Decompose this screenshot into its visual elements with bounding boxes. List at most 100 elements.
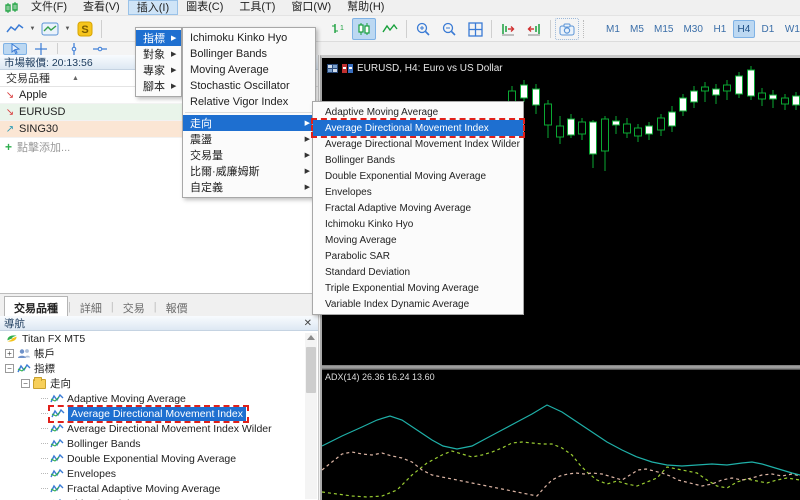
menu-item-label: Relative Vigor Index — [190, 96, 288, 108]
menu-item[interactable]: 走向▶ — [183, 115, 315, 131]
timeframe-button-M1[interactable]: M1 — [602, 20, 624, 38]
menu-item[interactable]: Average Directional Movement Index — [313, 120, 523, 136]
tree-item[interactable]: Average Directional Movement Index — [0, 406, 318, 421]
menu-item[interactable]: 自定義▶ — [183, 179, 315, 195]
zoom-out-icon — [442, 22, 457, 37]
horizontal-line-tool-button[interactable] — [88, 43, 112, 55]
chart-window-button[interactable] — [38, 18, 62, 40]
timeframe-button-H1[interactable]: H1 — [709, 20, 731, 38]
tree-item[interactable]: −走向 — [0, 376, 318, 391]
menubar-item-F[interactable]: 文件(F) — [23, 0, 75, 15]
drawing-tools-group — [2, 42, 113, 55]
close-icon[interactable]: ✕ — [304, 318, 314, 329]
community-button[interactable]: S — [73, 18, 97, 40]
timeframe-button-M15[interactable]: M15 — [650, 20, 677, 38]
menu-item[interactable]: Variable Index Dynamic Average — [313, 296, 523, 312]
cursor-tool-button[interactable] — [3, 43, 27, 55]
tab-2[interactable]: 交易 — [114, 297, 154, 316]
chart-style-button[interactable] — [3, 18, 27, 40]
line-mode-button[interactable] — [378, 18, 402, 40]
menu-item[interactable]: Parabolic SAR — [313, 248, 523, 264]
menu-item[interactable]: Relative Vigor Index — [183, 94, 315, 110]
menu-item[interactable]: Bollinger Bands — [313, 152, 523, 168]
menubar-item-V[interactable]: 查看(V) — [75, 0, 128, 15]
shift-begin-button[interactable] — [522, 18, 546, 40]
tab-3[interactable]: 報價 — [157, 297, 197, 316]
menubar-item-I[interactable]: 插入(I) — [128, 0, 178, 15]
tree-item[interactable]: Fractal Adaptive Moving Average — [0, 481, 318, 496]
menu-item[interactable]: 腳本▶ — [136, 78, 181, 94]
menu-item[interactable]: Fractal Adaptive Moving Average — [313, 200, 523, 216]
navigator-title: 導航 — [4, 316, 25, 331]
tree-connector — [41, 413, 48, 414]
crosshair-tool-button[interactable] — [29, 43, 53, 55]
tree-item[interactable]: +帳戶 — [0, 346, 318, 361]
zoom-in-button[interactable] — [411, 18, 435, 40]
expander-minus-icon[interactable]: − — [21, 379, 30, 388]
menubar-item-T[interactable]: 工具(T) — [231, 0, 283, 15]
menu-item-label: Fractal Adaptive Moving Average — [325, 203, 471, 214]
chart-window-caret[interactable]: ▼ — [63, 18, 72, 40]
add-symbol-label: 點擊添加... — [17, 139, 70, 155]
menu-item-label: Adaptive Moving Average — [325, 107, 438, 118]
tree-item[interactable]: Adaptive Moving Average — [0, 391, 318, 406]
menubar-item-C[interactable]: 圖表(C) — [178, 0, 231, 15]
menu-item[interactable]: 對象▶ — [136, 46, 181, 62]
menu-item[interactable]: Ichimoku Kinko Hyo — [313, 216, 523, 232]
tree-item[interactable]: Bollinger Bands — [0, 436, 318, 451]
menu-item[interactable]: Moving Average — [313, 232, 523, 248]
selection-highlight-box: Average Directional Movement Index — [50, 407, 247, 421]
menu-item[interactable]: Envelopes — [313, 184, 523, 200]
candlestick-chart-button[interactable] — [352, 18, 376, 40]
timeframe-button-M5[interactable]: M5 — [626, 20, 648, 38]
menu-item[interactable]: Stochastic Oscillator — [183, 78, 315, 94]
menu-item[interactable]: Triple Exponential Moving Average — [313, 280, 523, 296]
expander-minus-icon[interactable]: − — [5, 364, 14, 373]
tree-item[interactable]: Envelopes — [0, 466, 318, 481]
tree-item[interactable]: Average Directional Movement Index Wilde… — [0, 421, 318, 436]
scrollbar-thumb[interactable] — [306, 347, 316, 393]
screenshot-button[interactable] — [555, 18, 579, 40]
timeframe-button-H4[interactable]: H4 — [733, 20, 755, 38]
menu-item[interactable]: Double Exponential Moving Average — [313, 168, 523, 184]
timeframe-group: M1M5M15M30H1H4D1W1MN — [601, 17, 800, 41]
menu-item-label: 比爾·威廉姆斯 — [190, 163, 260, 179]
timeframe-button-W1[interactable]: W1 — [781, 20, 800, 38]
tree-item[interactable]: −指標 — [0, 361, 318, 376]
menu-item[interactable]: 震盪▶ — [183, 131, 315, 147]
submenu-arrow-icon: ▶ — [305, 119, 310, 127]
tree-item[interactable]: Titan FX MT5 — [0, 331, 318, 346]
timeframe-button-M30[interactable]: M30 — [679, 20, 706, 38]
insert-menu-dropdown: 指標▶對象▶專家▶腳本▶ — [135, 27, 182, 97]
horizontal-line-icon — [93, 44, 107, 54]
menubar-item-H[interactable]: 幫助(H) — [339, 0, 392, 15]
menu-item[interactable]: 比爾·威廉姆斯▶ — [183, 163, 315, 179]
symbol-name: SING30 — [19, 123, 58, 135]
vertical-line-tool-button[interactable] — [62, 43, 86, 55]
menubar-item-W[interactable]: 窗口(W) — [283, 0, 339, 15]
chart-style-caret[interactable]: ▼ — [28, 18, 37, 40]
tree-item[interactable]: Double Exponential Moving Average — [0, 451, 318, 466]
menu-item[interactable]: 交易量▶ — [183, 147, 315, 163]
adx-indicator-panel[interactable]: ADX(14) 26.36 16.24 13.60 — [322, 369, 800, 500]
scroll-up-icon[interactable] — [307, 335, 315, 340]
mt5-application: { "app": { "menubar": ["文件(F)", "查看(V)",… — [0, 0, 800, 500]
menu-item[interactable]: Adaptive Moving Average — [313, 104, 523, 120]
menu-item[interactable]: Average Directional Movement Index Wilde… — [313, 136, 523, 152]
timeframe-button-D1[interactable]: D1 — [757, 20, 779, 38]
tab-0[interactable]: 交易品種 — [4, 296, 68, 317]
shift-end-button[interactable] — [496, 18, 520, 40]
zoom-out-button[interactable] — [437, 18, 461, 40]
tile-windows-button[interactable] — [463, 18, 487, 40]
menu-item[interactable]: Standard Deviation — [313, 264, 523, 280]
tab-1[interactable]: 詳細 — [71, 297, 111, 316]
bars-chart-button[interactable]: 1 — [326, 18, 350, 40]
tree-item[interactable]: Ichimoku Kinko Hyo — [0, 496, 318, 500]
menu-item[interactable]: Moving Average — [183, 62, 315, 78]
menu-item[interactable]: Ichimoku Kinko Hyo — [183, 30, 315, 46]
menu-item[interactable]: Bollinger Bands — [183, 46, 315, 62]
expander-plus-icon[interactable]: + — [5, 349, 14, 358]
navigator-scrollbar[interactable] — [305, 333, 317, 499]
menu-item[interactable]: 專家▶ — [136, 62, 181, 78]
menu-item[interactable]: 指標▶ — [136, 30, 181, 46]
